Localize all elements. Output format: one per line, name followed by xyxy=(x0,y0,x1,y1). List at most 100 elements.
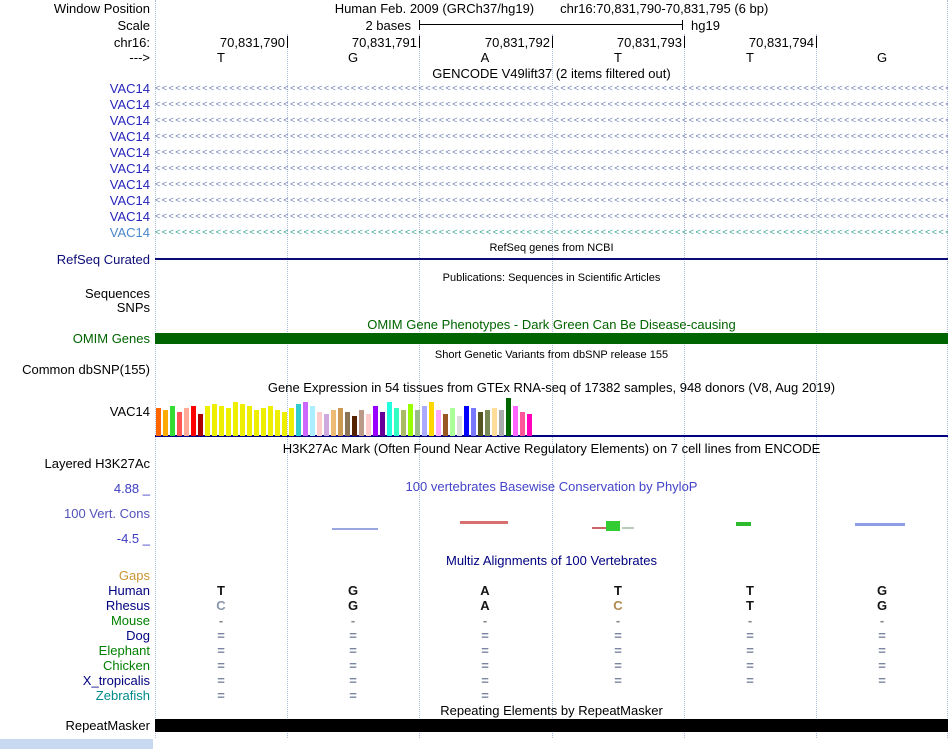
gtex-tissue-bar xyxy=(359,410,364,436)
phylop-mark xyxy=(622,527,634,529)
track-label-refseq-curated[interactable]: RefSeq Curated xyxy=(0,252,150,267)
multiz-cell: = xyxy=(349,658,357,673)
gtex-tissue-bar xyxy=(331,410,336,436)
gtex-tissue-bar xyxy=(436,410,441,436)
multiz-species-label[interactable]: Gaps xyxy=(0,568,150,583)
track-label-layered-h3k27ac[interactable]: Layered H3K27Ac xyxy=(0,456,150,471)
multiz-cell: - xyxy=(350,613,356,628)
ruler-tick xyxy=(552,36,553,48)
gencode-transcript-row[interactable]: <<<<<<<<<<<<<<<<<<<<<<<<<<<<<<<<<<<<<<<<… xyxy=(155,97,948,112)
gencode-transcript-row[interactable]: <<<<<<<<<<<<<<<<<<<<<<<<<<<<<<<<<<<<<<<<… xyxy=(155,145,948,160)
refseq-curated-track[interactable] xyxy=(155,258,948,260)
scale-label: Scale xyxy=(117,18,150,33)
gencode-transcript-row[interactable]: <<<<<<<<<<<<<<<<<<<<<<<<<<<<<<<<<<<<<<<<… xyxy=(155,161,948,176)
track-label-common-dbsnp[interactable]: Common dbSNP(155) xyxy=(0,362,150,377)
track-label-vac14[interactable]: VAC14 xyxy=(0,129,150,144)
multiz-species-label[interactable]: Chicken xyxy=(0,658,150,673)
position-header: Human Feb. 2009 (GRCh37/hg19) chr16:70,8… xyxy=(155,1,948,16)
multiz-cell: = xyxy=(481,658,489,673)
scale-value: 2 bases xyxy=(365,18,411,33)
gencode-transcript-row[interactable]: <<<<<<<<<<<<<<<<<<<<<<<<<<<<<<<<<<<<<<<<… xyxy=(155,177,948,192)
gencode-transcript-row[interactable]: <<<<<<<<<<<<<<<<<<<<<<<<<<<<<<<<<<<<<<<<… xyxy=(155,81,948,96)
multiz-cell: - xyxy=(218,613,224,628)
omim-genes-track[interactable] xyxy=(155,333,948,344)
repeatmasker-track[interactable] xyxy=(155,719,948,732)
h3k27ac-title: H3K27Ac Mark (Often Found Near Active Re… xyxy=(282,441,821,456)
gencode-transcript-row[interactable]: <<<<<<<<<<<<<<<<<<<<<<<<<<<<<<<<<<<<<<<<… xyxy=(155,209,948,224)
multiz-species-label[interactable]: Mouse xyxy=(0,613,150,628)
multiz-cell: = xyxy=(614,643,622,658)
gtex-tissue-bar xyxy=(387,402,392,436)
gtex-tissue-bar xyxy=(198,414,203,436)
multiz-cell: = xyxy=(481,643,489,658)
multiz-cell: T xyxy=(614,583,622,598)
ruler-tick xyxy=(816,36,817,48)
multiz-cell: = xyxy=(217,643,225,658)
track-label-vac14[interactable]: VAC14 xyxy=(0,161,150,176)
repeatmasker-title: Repeating Elements by RepeatMasker xyxy=(440,703,663,718)
ruler-tick xyxy=(684,36,685,48)
multiz-cell: = xyxy=(349,628,357,643)
multiz-cell: = xyxy=(614,658,622,673)
gencode-transcript-row[interactable]: <<<<<<<<<<<<<<<<<<<<<<<<<<<<<<<<<<<<<<<<… xyxy=(155,193,948,208)
gtex-tissue-bar xyxy=(471,408,476,436)
track-label-gtex-vac14[interactable]: VAC14 xyxy=(0,404,150,419)
track-label-vac14[interactable]: VAC14 xyxy=(0,177,150,192)
multiz-cell: A xyxy=(480,583,490,598)
track-label-vac14[interactable]: VAC14 xyxy=(0,97,150,112)
gtex-tissue-bar xyxy=(478,412,483,436)
gtex-tissue-bar xyxy=(303,402,308,436)
gtex-tissue-bar xyxy=(247,406,252,436)
multiz-cell: = xyxy=(349,688,357,703)
multiz-species-label[interactable]: Elephant xyxy=(0,643,150,658)
track-label-repeatmasker[interactable]: RepeatMasker xyxy=(0,718,150,733)
multiz-cell: G xyxy=(347,583,359,598)
multiz-species-label[interactable]: Human xyxy=(0,583,150,598)
multiz-species-label[interactable]: Zebrafish xyxy=(0,688,150,703)
multiz-species-label[interactable]: Dog xyxy=(0,628,150,643)
multiz-species-label[interactable]: X_tropicalis xyxy=(0,673,150,688)
multiz-cell: = xyxy=(217,658,225,673)
gtex-tissue-bar xyxy=(324,414,329,436)
gtex-tissue-bar xyxy=(205,406,210,436)
gencode-transcript-row[interactable]: <<<<<<<<<<<<<<<<<<<<<<<<<<<<<<<<<<<<<<<<… xyxy=(155,225,948,240)
multiz-species-label[interactable]: Rhesus xyxy=(0,598,150,613)
phylop-mark xyxy=(460,521,508,524)
ruler-coordinate: 70,831,794 xyxy=(748,35,814,50)
multiz-cell: = xyxy=(746,628,754,643)
track-label-vac14[interactable]: VAC14 xyxy=(0,81,150,96)
gtex-tissue-bar xyxy=(184,408,189,436)
gtex-tissue-bar xyxy=(289,408,294,436)
gtex-tissue-bar xyxy=(457,416,462,436)
track-label-vac14[interactable]: VAC14 xyxy=(0,145,150,160)
multiz-cell: = xyxy=(614,628,622,643)
track-label-vac14[interactable]: VAC14 xyxy=(0,193,150,208)
multiz-cell: = xyxy=(217,673,225,688)
gtex-tissue-bar xyxy=(219,406,224,436)
track-label-omim-genes[interactable]: OMIM Genes xyxy=(0,331,150,346)
multiz-cell: = xyxy=(481,673,489,688)
track-label-snps[interactable]: SNPs xyxy=(0,300,150,315)
gtex-tissue-bar xyxy=(373,406,378,436)
chrom-label: chr16: xyxy=(113,35,150,50)
ruler-coordinate: 70,831,791 xyxy=(351,35,417,50)
track-label-100-vert-cons[interactable]: 100 Vert. Cons xyxy=(0,506,150,521)
gencode-transcript-row[interactable]: <<<<<<<<<<<<<<<<<<<<<<<<<<<<<<<<<<<<<<<<… xyxy=(155,129,948,144)
gtex-tissue-bar xyxy=(156,408,161,436)
phylop-min-value: -4.5 _ xyxy=(116,531,150,546)
track-label-vac14[interactable]: VAC14 xyxy=(0,209,150,224)
gtex-tissue-bar xyxy=(394,408,399,436)
gtex-tissue-bar xyxy=(317,412,322,436)
track-label-vac14[interactable]: VAC14 xyxy=(0,113,150,128)
gtex-track-baseline xyxy=(155,435,948,437)
genome-label: hg19 xyxy=(691,18,720,33)
ruler-tick xyxy=(287,36,288,48)
gtex-tissue-bar xyxy=(233,402,238,436)
track-label-vac14[interactable]: VAC14 xyxy=(0,225,150,240)
gtex-tissue-bar xyxy=(513,406,518,436)
position-range-label: chr16:70,831,790-70,831,795 (6 bp) xyxy=(560,1,769,16)
gencode-transcript-row[interactable]: <<<<<<<<<<<<<<<<<<<<<<<<<<<<<<<<<<<<<<<<… xyxy=(155,113,948,128)
gtex-tissue-bar xyxy=(520,412,525,436)
track-label-sequences[interactable]: Sequences xyxy=(0,286,150,301)
gencode-title: GENCODE V49lift37 (2 items filtered out) xyxy=(432,66,671,81)
